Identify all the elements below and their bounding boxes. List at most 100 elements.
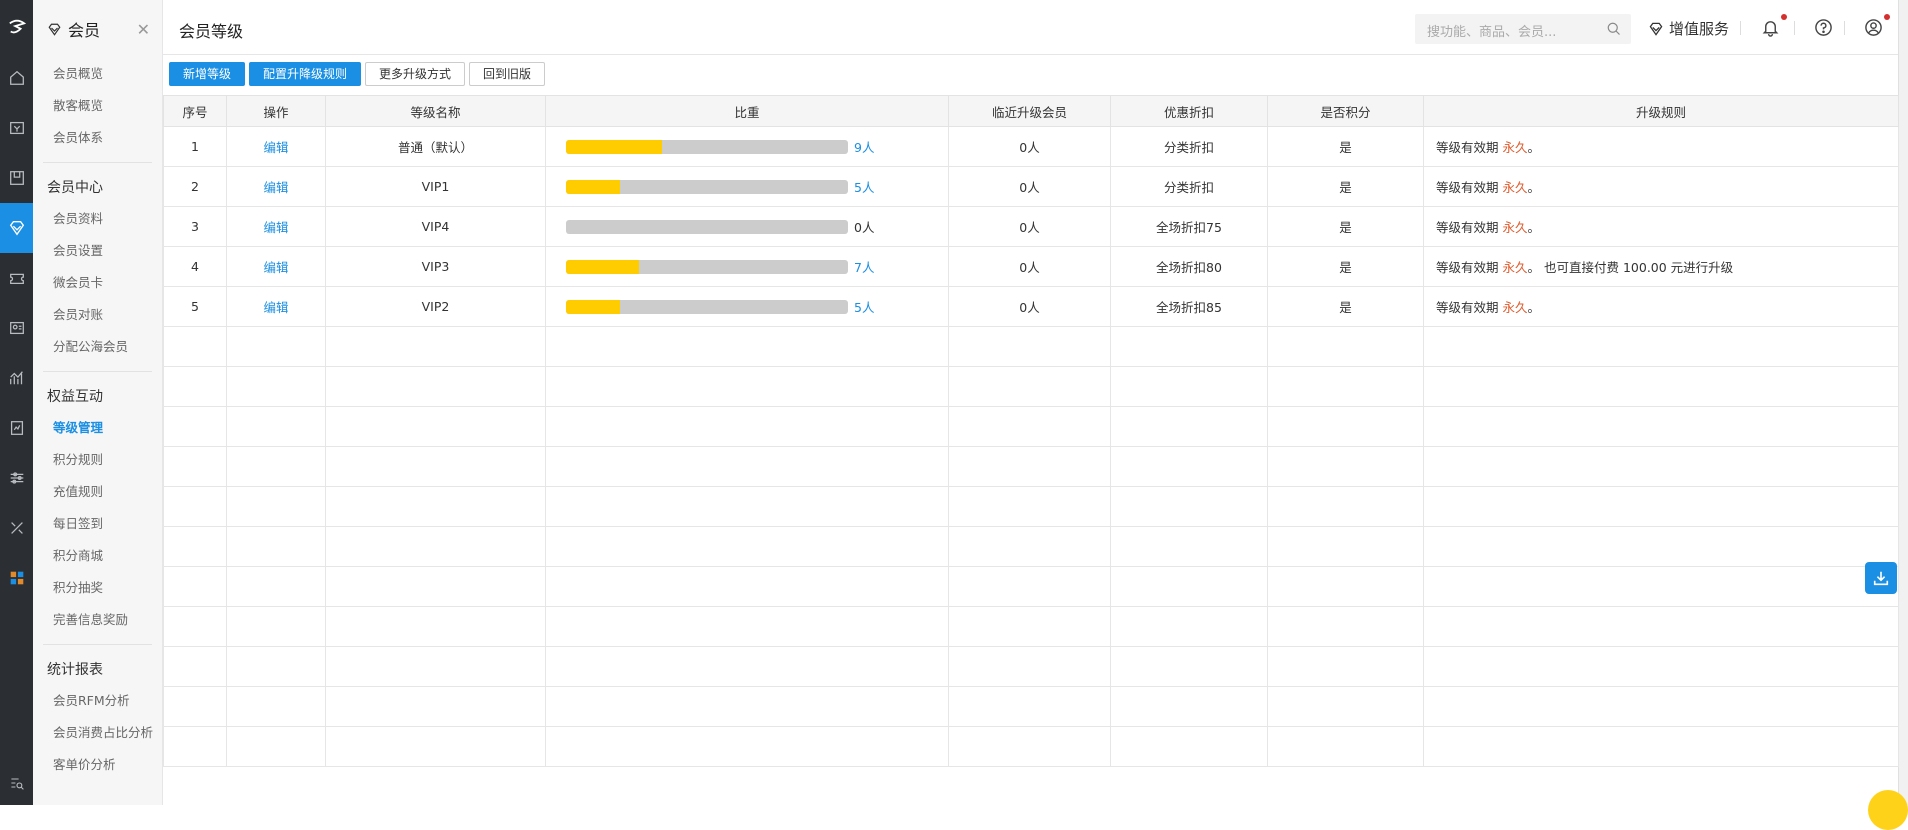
empty-cell [1110, 566, 1268, 607]
back-to-old-version-button[interactable]: 回到旧版 [469, 62, 546, 86]
sidebar-item[interactable]: 积分规则 [33, 444, 162, 476]
home-icon[interactable] [0, 53, 33, 103]
apps-grid-icon[interactable] [0, 553, 33, 603]
cell-near-upgrade: 0人 [948, 286, 1111, 327]
close-icon[interactable]: ✕ [137, 20, 150, 39]
edit-link[interactable]: 编辑 [263, 180, 288, 195]
cell-points: 是 [1267, 206, 1424, 247]
app-logo[interactable] [0, 0, 33, 53]
cell-level-name: VIP2 [325, 286, 546, 327]
notification-dot [1884, 14, 1890, 20]
sidebar-item[interactable]: 会员消费占比分析 [33, 717, 162, 749]
settings-sliders-icon[interactable] [0, 453, 33, 503]
user-avatar-icon[interactable] [1864, 18, 1883, 40]
ratio-bar [566, 139, 848, 154]
empty-cell [1423, 366, 1899, 407]
empty-row [163, 646, 1899, 687]
value-service-link[interactable]: 增值服务 [1648, 18, 1729, 39]
config-rules-button[interactable]: 配置升降级规则 [249, 62, 362, 86]
sidebar-item[interactable]: 会员资料 [33, 203, 162, 235]
sidebar-item[interactable]: 会员概览 [33, 58, 162, 90]
cell-points: 是 [1267, 246, 1424, 287]
cell-action: 编辑 [226, 286, 326, 327]
staff-card-icon[interactable] [0, 303, 33, 353]
floating-helper-button[interactable] [1868, 790, 1908, 830]
cell-upgrade-rule: 等级有效期 永久。 [1423, 206, 1899, 247]
sidebar-item[interactable]: 会员设置 [33, 235, 162, 267]
sidebar-item[interactable]: 完善信息奖励 [33, 604, 162, 636]
ratio-bar [566, 219, 848, 234]
member-count[interactable]: 7人 [854, 257, 874, 276]
empty-row [163, 486, 1899, 527]
member-count[interactable]: 5人 [854, 297, 874, 316]
sidebar-item[interactable]: 会员RFM分析 [33, 685, 162, 717]
sidebar-item[interactable]: 分配公海会员 [33, 331, 162, 363]
top-header: 会员等级 搜功能、商品、会员... 增值服务 [163, 0, 1898, 55]
ratio-display: 5人 [546, 297, 948, 316]
table-row: 4 编辑 VIP3 7人 0人 全场折扣80 是等级有效期 永久。 也可直接付费 100.0… [163, 246, 1899, 287]
cell-ratio: 0人 [545, 206, 949, 247]
sidebar-header: 会员 ✕ [33, 0, 162, 58]
empty-cell [1110, 446, 1268, 487]
empty-cell [325, 726, 546, 767]
member-count[interactable]: 9人 [854, 137, 874, 156]
search-placeholder: 搜功能、商品、会员... [1427, 25, 1557, 40]
sidebar-item[interactable]: 积分商城 [33, 540, 162, 572]
empty-cell [948, 726, 1111, 767]
tools-icon[interactable] [0, 503, 33, 553]
empty-cell [163, 326, 227, 367]
goods-icon[interactable] [0, 153, 33, 203]
edit-link[interactable]: 编辑 [263, 220, 288, 235]
sidebar-item[interactable]: 微会员卡 [33, 267, 162, 299]
empty-cell [1267, 646, 1424, 687]
ratio-display: 7人 [546, 257, 948, 276]
report-chart-icon[interactable] [0, 353, 33, 403]
sidebar-item[interactable]: 客单价分析 [33, 749, 162, 781]
edit-link[interactable]: 编辑 [263, 140, 288, 155]
empty-cell [1110, 606, 1268, 647]
edit-link[interactable]: 编辑 [263, 300, 288, 315]
cell-level-name: 普通（默认） [325, 126, 546, 167]
sidebar-item[interactable]: 会员体系 [33, 122, 162, 154]
empty-cell [226, 566, 326, 607]
col-header-no: 序号 [163, 95, 227, 127]
sidebar-item[interactable]: 每日签到 [33, 508, 162, 540]
empty-cell [1267, 566, 1424, 607]
sidebar-item[interactable]: 会员对账 [33, 299, 162, 331]
ratio-bar [566, 299, 848, 314]
empty-cell [1110, 646, 1268, 687]
cell-level-name: VIP1 [325, 166, 546, 207]
coupon-icon[interactable] [0, 253, 33, 303]
finance-icon[interactable] [0, 403, 33, 453]
cell-ratio: 7人 [545, 246, 949, 287]
search-input[interactable]: 搜功能、商品、会员... [1415, 14, 1631, 44]
more-upgrade-methods-button[interactable]: 更多升级方式 [365, 62, 466, 86]
sidebar-item[interactable]: 充值规则 [33, 476, 162, 508]
sidebar-item[interactable]: 积分抽奖 [33, 572, 162, 604]
rule-value: 永久 [1502, 220, 1528, 235]
empty-row [163, 606, 1899, 647]
empty-row [163, 686, 1899, 727]
cell-action: 编辑 [226, 206, 326, 247]
vertical-scrollbar[interactable] [1898, 0, 1908, 805]
cell-discount: 分类折扣 [1110, 126, 1268, 167]
empty-cell [325, 686, 546, 727]
member-count[interactable]: 5人 [854, 177, 874, 196]
menu-search-icon[interactable] [0, 761, 33, 805]
member-diamond-icon[interactable] [0, 203, 33, 253]
cashier-icon[interactable] [0, 103, 33, 153]
bell-icon[interactable] [1761, 18, 1780, 40]
empty-cell [545, 566, 949, 607]
diamond-icon [48, 23, 61, 36]
add-level-button[interactable]: 新增等级 [169, 62, 246, 86]
search-icon[interactable] [1606, 21, 1621, 39]
empty-cell [1423, 646, 1899, 687]
sidebar-item[interactable]: 等级管理 [33, 412, 162, 444]
download-icon[interactable] [1865, 562, 1897, 594]
page-title: 会员等级 [179, 22, 244, 41]
help-icon[interactable] [1814, 18, 1833, 40]
sidebar-title: 会员 [68, 21, 101, 40]
sidebar-item[interactable]: 散客概览 [33, 90, 162, 122]
edit-link[interactable]: 编辑 [263, 260, 288, 275]
cell-level-name: VIP3 [325, 246, 546, 287]
